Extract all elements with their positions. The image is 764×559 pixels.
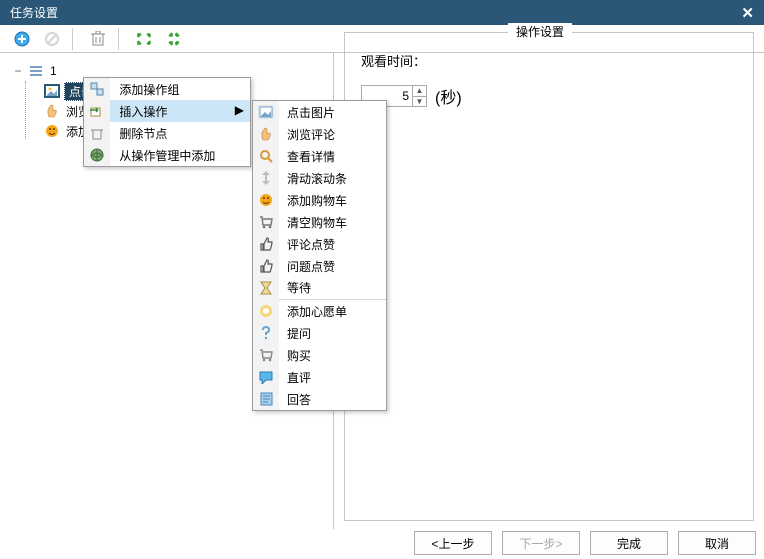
menu-label: 删除节点 <box>111 122 250 144</box>
submenu-item[interactable]: 购买 <box>253 344 386 366</box>
image-icon <box>44 83 60 99</box>
submenu-item-icon <box>253 388 279 410</box>
submenu-item-label: 查看详情 <box>279 145 386 167</box>
settings-title: 操作设置 <box>508 23 572 40</box>
spinner-up-icon[interactable]: ▲ <box>413 86 426 97</box>
submenu-item-label: 点击图片 <box>279 101 386 123</box>
menu-insert-operation[interactable]: 插入操作▶ <box>84 100 250 122</box>
globe-icon <box>84 144 110 166</box>
submenu-item[interactable]: 评论点赞 <box>253 233 386 255</box>
collapse-toggle-icon[interactable]: − <box>12 64 24 78</box>
menu-label: 添加操作组 <box>111 78 250 100</box>
submenu-item-icon <box>253 344 279 366</box>
view-time-label: 观看时间： <box>361 51 737 70</box>
hand-icon <box>44 103 60 119</box>
finish-button[interactable]: 完成 <box>590 531 668 555</box>
submenu-item-icon <box>253 145 279 167</box>
disabled-button <box>38 27 66 51</box>
submenu-item-label: 浏览评论 <box>279 123 386 145</box>
menu-add-group[interactable]: 添加操作组 <box>84 78 250 100</box>
menu-label: 从操作管理中添加 <box>111 144 250 166</box>
submenu-item[interactable]: 直评 <box>253 366 386 388</box>
submenu-arrow-icon: ▶ <box>235 103 244 117</box>
submenu-item[interactable]: 清空购物车 <box>253 211 386 233</box>
list-icon <box>28 63 44 79</box>
submenu-item[interactable]: 浏览评论 <box>253 123 386 145</box>
submenu-item-label: 回答 <box>279 388 386 410</box>
submenu-item-icon <box>253 277 279 299</box>
insert-icon <box>84 100 110 122</box>
spinner-down-icon[interactable]: ▼ <box>413 97 426 107</box>
submenu-item-label: 清空购物车 <box>279 211 386 233</box>
submenu-item-label: 等待 <box>279 277 386 299</box>
settings-fieldset: 观看时间： ▲ ▼ (秒) <box>344 32 754 521</box>
expand-icon[interactable] <box>130 27 158 51</box>
toolbar-separator <box>118 28 124 50</box>
submenu-item[interactable]: 滑动滚动条 <box>253 167 386 189</box>
next-button: 下一步> <box>502 531 580 555</box>
toolbar-separator <box>72 28 78 50</box>
trash-icon <box>84 122 110 144</box>
submenu-item-icon <box>253 233 279 255</box>
tree-root-label: 1 <box>48 64 59 78</box>
cancel-button[interactable]: 取消 <box>678 531 756 555</box>
submenu-item[interactable]: 添加心愿单 <box>253 300 386 322</box>
view-time-row: ▲ ▼ (秒) <box>361 84 737 108</box>
menu-label: 插入操作▶ <box>111 100 250 122</box>
wizard-buttons: <上一步 下一步> 完成 取消 <box>414 531 756 555</box>
title-bar: 任务设置 ✕ <box>0 0 764 25</box>
submenu-item-label: 添加购物车 <box>279 189 386 211</box>
submenu-item[interactable]: 添加购物车 <box>253 189 386 211</box>
context-submenu: 点击图片浏览评论查看详情滑动滚动条添加购物车清空购物车评论点赞问题点赞等待添加心… <box>252 100 387 411</box>
submenu-item-icon <box>253 366 279 388</box>
submenu-item-label: 滑动滚动条 <box>279 167 386 189</box>
prev-button[interactable]: <上一步 <box>414 531 492 555</box>
submenu-item-icon <box>253 300 279 322</box>
submenu-item-icon <box>253 255 279 277</box>
collapse-icon[interactable] <box>160 27 188 51</box>
menu-add-from-manager[interactable]: 从操作管理中添加 <box>84 144 250 166</box>
submenu-item-icon <box>253 211 279 233</box>
submenu-item-label: 问题点赞 <box>279 255 386 277</box>
submenu-item-icon <box>253 167 279 189</box>
submenu-item[interactable]: 提问 <box>253 322 386 344</box>
add-button[interactable] <box>8 27 36 51</box>
close-icon[interactable]: ✕ <box>741 4 754 22</box>
submenu-item-icon <box>253 322 279 344</box>
submenu-item[interactable]: 等待 <box>253 277 386 299</box>
submenu-item-icon <box>253 101 279 123</box>
submenu-item[interactable]: 点击图片 <box>253 101 386 123</box>
delete-button[interactable] <box>84 27 112 51</box>
submenu-item-label: 提问 <box>279 322 386 344</box>
window-title: 任务设置 <box>10 4 58 21</box>
submenu-item-label: 购买 <box>279 344 386 366</box>
unit-label: (秒) <box>435 84 462 108</box>
context-menu: 添加操作组 插入操作▶ 删除节点 从操作管理中添加 <box>83 77 251 167</box>
menu-delete-node[interactable]: 删除节点 <box>84 122 250 144</box>
submenu-item-icon <box>253 123 279 145</box>
submenu-item-label: 直评 <box>279 366 386 388</box>
submenu-item-label: 评论点赞 <box>279 233 386 255</box>
submenu-item[interactable]: 问题点赞 <box>253 255 386 277</box>
submenu-item-label: 添加心愿单 <box>279 300 386 322</box>
emoji-icon <box>44 123 60 139</box>
submenu-item-icon <box>253 189 279 211</box>
add-group-icon <box>84 78 110 100</box>
submenu-item[interactable]: 回答 <box>253 388 386 410</box>
submenu-item[interactable]: 查看详情 <box>253 145 386 167</box>
